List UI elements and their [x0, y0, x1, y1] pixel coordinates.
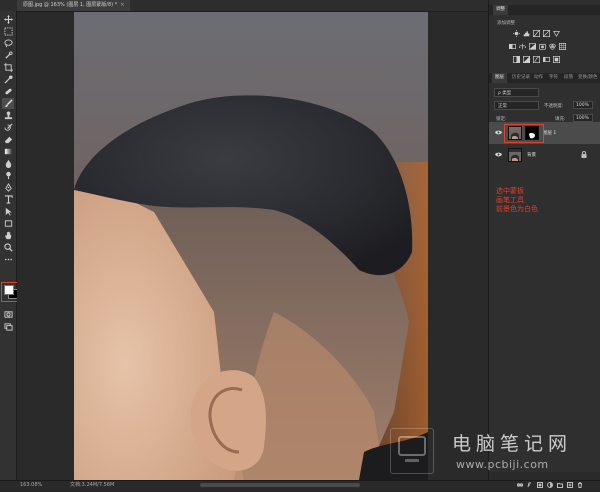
tab-adjustments[interactable]: 调整: [493, 5, 508, 15]
close-icon[interactable]: ×: [120, 2, 124, 8]
path-select-tool-icon[interactable]: [2, 206, 14, 217]
brightness-contrast-icon[interactable]: [513, 30, 520, 37]
fx-icon[interactable]: [527, 473, 533, 488]
blur-tool-icon[interactable]: [2, 158, 14, 169]
annotation-line: 前景色为白色: [496, 205, 538, 213]
blend-mode-select[interactable]: 正常: [494, 101, 539, 110]
quick-select-tool-icon[interactable]: [2, 50, 14, 61]
color-balance-icon[interactable]: [519, 43, 526, 50]
watermark-url: www.pcbiji.com: [456, 458, 549, 471]
document-tab[interactable]: 原图.jpg @ 163% (图层 1, 图层蒙版/8) * ×: [17, 0, 131, 11]
layer-row-background[interactable]: 背景: [489, 144, 600, 166]
layer-thumbnail[interactable]: [508, 148, 522, 162]
new-group-icon[interactable]: [557, 473, 563, 488]
horizontal-scrollbar[interactable]: [200, 483, 360, 487]
eraser-tool-icon[interactable]: [2, 134, 14, 145]
lasso-tool-icon[interactable]: [2, 38, 14, 49]
photoshop-window: 原图.jpg @ 163% (图层 1, 图层蒙版/8) * × 163.08%…: [0, 0, 600, 490]
delete-layer-icon[interactable]: [577, 473, 583, 488]
adjustment-layer-icon[interactable]: [547, 473, 553, 488]
tab-history[interactable]: 历史记录: [509, 73, 533, 83]
layers-tab-header: 图层 历史记录 动作 字符 段落 变换/颜色: [489, 73, 600, 83]
annotation-line: 选中蒙板: [496, 187, 524, 195]
more-tools-icon[interactable]: [2, 254, 14, 265]
channel-mixer-icon[interactable]: [549, 43, 556, 50]
pen-tool-icon[interactable]: [2, 182, 14, 193]
opacity-field[interactable]: 100%: [573, 101, 593, 109]
quick-mask-icon[interactable]: [2, 309, 14, 320]
eye-icon[interactable]: [495, 152, 502, 157]
tab-character[interactable]: 字符: [546, 73, 561, 83]
tutorial-annotation: 选中蒙板 画笔工具 前景色为白色: [496, 187, 538, 214]
lock-icon: [581, 151, 587, 158]
crop-tool-icon[interactable]: [2, 62, 14, 73]
selective-color-icon[interactable]: [553, 56, 560, 63]
link-layers-icon[interactable]: [516, 473, 524, 487]
exposure-icon[interactable]: [543, 30, 550, 37]
document-tab-title: 原图.jpg @ 163% (图层 1, 图层蒙版/8) *: [23, 2, 118, 8]
vibrance-icon[interactable]: [553, 30, 560, 37]
color-swatches[interactable]: [1, 282, 19, 302]
adjustments-tab-header: 调整: [489, 5, 600, 15]
gradient-tool-icon[interactable]: [2, 146, 14, 157]
layer-row-layer1[interactable]: 图层 1: [489, 122, 600, 144]
zoom-tool-icon[interactable]: [2, 242, 14, 253]
posterize-icon[interactable]: [523, 56, 530, 63]
screen-mode-icon[interactable]: [2, 321, 14, 332]
tools-panel: [0, 11, 19, 480]
right-panels: 调整 添加调整 图层 历史记录 动作 字符 段落 变换/颜色 ρ 类型 正常 不…: [488, 0, 600, 488]
dodge-tool-icon[interactable]: [2, 170, 14, 181]
type-tool-icon[interactable]: [2, 194, 14, 205]
adjustments-title: 添加调整: [497, 21, 515, 26]
threshold-icon[interactable]: [533, 56, 540, 63]
tab-layers[interactable]: 图层: [492, 73, 507, 83]
marquee-tool-icon[interactable]: [2, 26, 14, 37]
watermark-logo: [390, 428, 434, 474]
photo-filter-icon[interactable]: [539, 43, 546, 50]
document-tab-bar: 原图.jpg @ 163% (图层 1, 图层蒙版/8) * ×: [0, 0, 488, 12]
new-layer-icon[interactable]: [567, 473, 573, 488]
layers-footer: [489, 472, 600, 488]
eye-icon[interactable]: [495, 130, 502, 135]
invert-icon[interactable]: [513, 56, 520, 63]
add-mask-icon[interactable]: [537, 473, 543, 488]
black-white-icon[interactable]: [529, 43, 536, 50]
move-tool-icon[interactable]: [2, 14, 14, 25]
history-brush-tool-icon[interactable]: [2, 122, 14, 133]
tab-paragraph[interactable]: 段落: [561, 73, 576, 83]
levels-icon[interactable]: [523, 30, 530, 37]
tab-transform[interactable]: 变换/颜色: [575, 73, 600, 83]
layer-annotation-box: [504, 124, 544, 143]
layer-filter-select[interactable]: ρ 类型: [494, 88, 539, 97]
clone-stamp-tool-icon[interactable]: [2, 110, 14, 121]
rectangle-tool-icon[interactable]: [2, 218, 14, 229]
hue-saturation-icon[interactable]: [509, 43, 516, 50]
annotation-line: 画笔工具: [496, 196, 524, 204]
gradient-map-icon[interactable]: [543, 56, 550, 63]
curves-icon[interactable]: [533, 30, 540, 37]
layer-name[interactable]: 图层 1: [543, 130, 556, 136]
healing-tool-icon[interactable]: [2, 86, 14, 97]
color-lookup-icon[interactable]: [559, 43, 566, 50]
opacity-label: 不透明度:: [544, 104, 564, 109]
brush-tool-icon[interactable]: [2, 98, 14, 109]
watermark-text: 电脑笔记网: [452, 433, 573, 455]
tab-actions[interactable]: 动作: [531, 73, 546, 83]
hand-tool-icon[interactable]: [2, 230, 14, 241]
document-image[interactable]: [74, 12, 428, 480]
fill-field[interactable]: 100%: [573, 114, 593, 122]
layer-name[interactable]: 背景: [527, 152, 536, 158]
eyedropper-tool-icon[interactable]: [2, 74, 14, 85]
